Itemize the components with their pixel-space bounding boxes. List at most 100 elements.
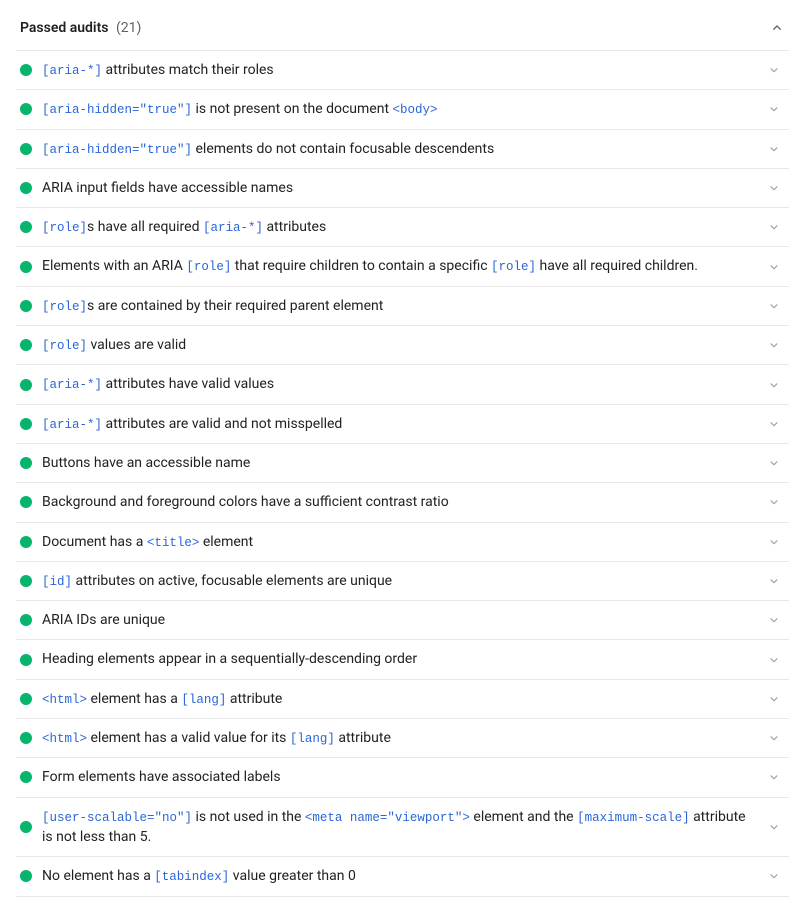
audit-row[interactable]: [aria-*] attributes are valid and not mi… — [16, 405, 789, 444]
audit-title: ARIA input fields have accessible names — [42, 178, 757, 198]
chevron-down-icon — [767, 574, 781, 588]
status-pass-icon — [20, 870, 32, 882]
status-pass-icon — [20, 300, 32, 312]
audit-row[interactable]: Heading elements appear in a sequentiall… — [16, 640, 789, 679]
code-token: [id] — [42, 575, 72, 589]
chevron-down-icon — [767, 653, 781, 667]
chevron-down-icon — [767, 299, 781, 313]
audit-row[interactable]: [role]s have all required [aria-*] attri… — [16, 208, 789, 247]
code-token: [role] — [42, 221, 87, 235]
audit-row[interactable]: ARIA IDs are unique — [16, 601, 789, 640]
audit-row[interactable]: <html> element has a valid value for its… — [16, 719, 789, 758]
audit-title: [aria-hidden="true"] is not present on t… — [42, 99, 757, 119]
audit-row[interactable]: [id] attributes on active, focusable ele… — [16, 562, 789, 601]
header-label: Passed audits (21) — [20, 20, 141, 36]
chevron-down-icon — [767, 102, 781, 116]
chevron-down-icon — [767, 181, 781, 195]
status-pass-icon — [20, 143, 32, 155]
audit-title: Elements with an ARIA [role] that requir… — [42, 256, 757, 276]
audit-row[interactable]: Document has a <title> element — [16, 523, 789, 562]
code-token: <meta name="viewport"> — [305, 811, 470, 825]
status-pass-icon — [20, 379, 32, 391]
audits-list: [aria-*] attributes match their roles[ar… — [16, 50, 789, 897]
audit-title: <html> element has a valid value for its… — [42, 728, 757, 748]
code-token: [aria-*] — [42, 64, 102, 78]
status-pass-icon — [20, 654, 32, 666]
status-pass-icon — [20, 771, 32, 783]
code-token: [role] — [42, 300, 87, 314]
chevron-down-icon — [767, 613, 781, 627]
audit-row[interactable]: ARIA input fields have accessible names — [16, 169, 789, 208]
chevron-down-icon — [767, 495, 781, 509]
audit-row[interactable]: Buttons have an accessible name — [16, 444, 789, 483]
status-pass-icon — [20, 457, 32, 469]
status-pass-icon — [20, 575, 32, 587]
code-token: [aria-*] — [42, 378, 102, 392]
chevron-down-icon — [767, 731, 781, 745]
status-pass-icon — [20, 64, 32, 76]
code-token: [role] — [42, 339, 87, 353]
status-pass-icon — [20, 693, 32, 705]
chevron-down-icon — [767, 142, 781, 156]
chevron-up-icon — [769, 20, 785, 36]
audit-row[interactable]: [role]s are contained by their required … — [16, 287, 789, 326]
audit-title: [user-scalable="no"] is not used in the … — [42, 807, 757, 848]
passed-audits-panel: Passed audits (21) [aria-*] attributes m… — [0, 0, 805, 913]
audit-row[interactable]: [aria-hidden="true"] elements do not con… — [16, 130, 789, 169]
audit-title: [aria-*] attributes are valid and not mi… — [42, 414, 757, 434]
audit-title: No element has a [tabindex] value greate… — [42, 866, 757, 886]
status-pass-icon — [20, 339, 32, 351]
audit-title: Form elements have associated labels — [42, 767, 757, 787]
code-token: <title> — [147, 536, 200, 550]
audit-title: [role] values are valid — [42, 335, 757, 355]
code-token: [aria-*] — [42, 418, 102, 432]
code-token: [maximum-scale] — [577, 811, 690, 825]
chevron-down-icon — [767, 63, 781, 77]
status-pass-icon — [20, 496, 32, 508]
passed-audits-header[interactable]: Passed audits (21) — [16, 8, 789, 50]
audit-row[interactable]: No element has a [tabindex] value greate… — [16, 857, 789, 896]
status-pass-icon — [20, 821, 32, 833]
chevron-down-icon — [767, 692, 781, 706]
status-pass-icon — [20, 614, 32, 626]
status-pass-icon — [20, 536, 32, 548]
code-token: [role] — [186, 260, 231, 274]
audit-title: Document has a <title> element — [42, 532, 757, 552]
audit-title: [role]s have all required [aria-*] attri… — [42, 217, 757, 237]
chevron-down-icon — [767, 417, 781, 431]
audit-row[interactable]: [aria-*] attributes have valid values — [16, 365, 789, 404]
audit-row[interactable]: Background and foreground colors have a … — [16, 483, 789, 522]
audit-title: [aria-*] attributes have valid values — [42, 374, 757, 394]
code-token: [tabindex] — [154, 870, 229, 884]
audit-title: <html> element has a [lang] attribute — [42, 689, 757, 709]
audit-row[interactable]: <html> element has a [lang] attribute — [16, 680, 789, 719]
chevron-down-icon — [767, 378, 781, 392]
code-token: [lang] — [290, 732, 335, 746]
code-token: <html> — [42, 693, 87, 707]
chevron-down-icon — [767, 338, 781, 352]
chevron-down-icon — [767, 220, 781, 234]
audit-title: [aria-*] attributes match their roles — [42, 60, 757, 80]
audit-row[interactable]: [aria-*] attributes match their roles — [16, 51, 789, 90]
audit-row[interactable]: [role] values are valid — [16, 326, 789, 365]
code-token: [aria-hidden="true"] — [42, 143, 192, 157]
header-title: Passed audits — [20, 20, 108, 36]
status-pass-icon — [20, 261, 32, 273]
code-token: [aria-hidden="true"] — [42, 103, 192, 117]
code-token: [role] — [491, 260, 536, 274]
code-token: [user-scalable="no"] — [42, 811, 192, 825]
chevron-down-icon — [767, 770, 781, 784]
status-pass-icon — [20, 221, 32, 233]
audit-title: Background and foreground colors have a … — [42, 492, 757, 512]
audit-row[interactable]: [aria-hidden="true"] is not present on t… — [16, 90, 789, 129]
audit-row[interactable]: Form elements have associated labels — [16, 758, 789, 797]
audit-row[interactable]: Elements with an ARIA [role] that requir… — [16, 247, 789, 286]
chevron-down-icon — [767, 820, 781, 834]
status-pass-icon — [20, 103, 32, 115]
audit-title: ARIA IDs are unique — [42, 610, 757, 630]
chevron-down-icon — [767, 260, 781, 274]
audit-title: Heading elements appear in a sequentiall… — [42, 649, 757, 669]
audit-title: Buttons have an accessible name — [42, 453, 757, 473]
chevron-down-icon — [767, 456, 781, 470]
code-token: [lang] — [181, 693, 226, 707]
